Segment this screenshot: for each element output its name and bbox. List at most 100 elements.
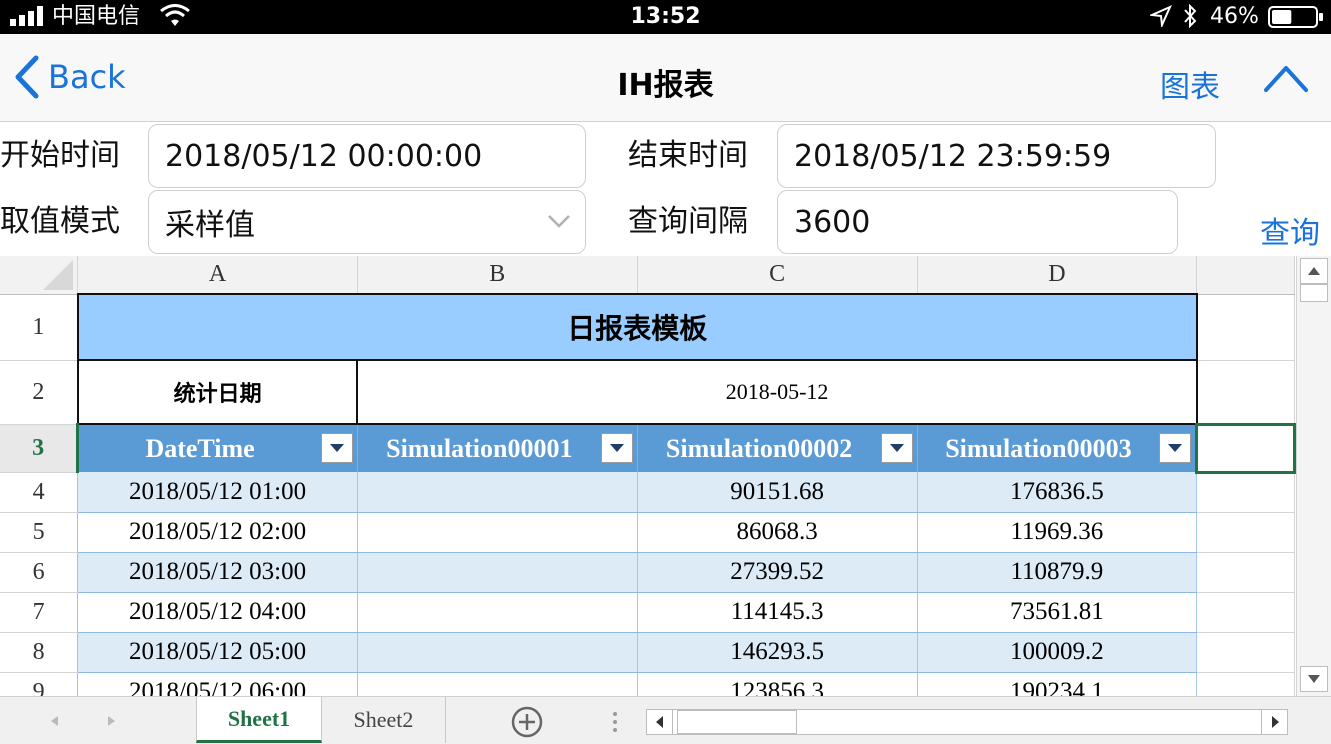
row-header[interactable]: 1	[0, 294, 79, 361]
stat-date-label-cell[interactable]: 统计日期	[76, 359, 359, 425]
data-cell[interactable]: 123856.3	[637, 672, 918, 696]
data-cell[interactable]	[357, 512, 638, 553]
column-header-a[interactable]: A	[77, 256, 358, 295]
query-button[interactable]: 查询	[1260, 208, 1320, 252]
tab-sheet2[interactable]: Sheet2	[322, 697, 446, 743]
interval-field[interactable]	[777, 190, 1178, 254]
spreadsheet[interactable]: A B C D 1 日报表模板 2 统计日期 2018-05-12 3 Date…	[0, 256, 1296, 696]
data-cell[interactable]	[357, 672, 638, 696]
data-cell[interactable]: 146293.5	[637, 632, 918, 673]
vertical-scrollbar[interactable]	[1296, 256, 1331, 696]
dropdown-triangle-icon	[329, 444, 344, 452]
data-cell[interactable]: 110879.9	[917, 552, 1198, 593]
header-cell-simulation00003[interactable]: Simulation00003	[917, 424, 1198, 472]
start-time-input[interactable]	[165, 138, 585, 174]
selected-cell[interactable]	[1195, 422, 1296, 474]
data-cell[interactable]: 2018/05/12 01:00	[77, 472, 358, 513]
navigation-bar: Back IH报表 图表	[0, 34, 1331, 122]
empty-cell[interactable]	[1196, 294, 1295, 361]
data-cell[interactable]: 2018/05/12 03:00	[77, 552, 358, 593]
end-time-field[interactable]	[777, 124, 1216, 188]
empty-cell[interactable]	[1196, 672, 1295, 696]
empty-cell[interactable]	[1196, 552, 1295, 593]
end-time-input[interactable]	[794, 138, 1215, 174]
report-title-cell[interactable]: 日报表模板	[76, 293, 1198, 361]
data-cell[interactable]: 190234.1	[917, 672, 1198, 696]
sheet-row-1: 1 日报表模板	[0, 293, 1295, 361]
filter-dropdown-button[interactable]	[600, 433, 633, 463]
scroll-left-button[interactable]	[647, 710, 673, 734]
column-header-d[interactable]: D	[917, 256, 1198, 295]
select-all-corner[interactable]	[0, 256, 79, 295]
scroll-down-button[interactable]	[1300, 666, 1328, 692]
table-row: 8 2018/05/12 05:00 146293.5 100009.2	[0, 632, 1295, 673]
empty-cell[interactable]	[1196, 632, 1295, 673]
back-button[interactable]: Back	[12, 52, 126, 102]
data-cell[interactable]: 90151.68	[637, 472, 918, 513]
column-header-c[interactable]: C	[637, 256, 918, 295]
header-cell-datetime[interactable]: DateTime	[77, 424, 358, 472]
triangle-left-icon[interactable]	[46, 711, 64, 731]
data-cell[interactable]: 2018/05/12 04:00	[77, 592, 358, 633]
sheet-row-3: 3 DateTime Simulation00001 Simulation000…	[0, 422, 1296, 474]
table-row: 4 2018/05/12 01:00 90151.68 176836.5	[0, 472, 1295, 513]
data-cell[interactable]: 27399.52	[637, 552, 918, 593]
add-sheet-icon[interactable]	[510, 705, 544, 739]
data-cell[interactable]: 2018/05/12 05:00	[77, 632, 358, 673]
page-title: IH报表	[617, 68, 714, 103]
horizontal-scrollbar[interactable]	[646, 709, 1288, 735]
row-header[interactable]: 6	[0, 552, 79, 593]
chevron-up-icon[interactable]	[1262, 60, 1310, 96]
scroll-up-button[interactable]	[1300, 258, 1328, 284]
data-cell[interactable]: 176836.5	[917, 472, 1198, 513]
filter-dropdown-button[interactable]	[880, 433, 913, 463]
data-cell[interactable]	[357, 592, 638, 633]
data-cell[interactable]	[357, 552, 638, 593]
empty-cell[interactable]	[1196, 360, 1295, 425]
data-cell[interactable]: 100009.2	[917, 632, 1198, 673]
sheet-tab-bar: Sheet1 Sheet2	[0, 696, 1331, 744]
row-header[interactable]: 2	[0, 360, 79, 425]
value-mode-label: 取值模式	[0, 204, 120, 239]
table-row: 9 2018/05/12 06:00 123856.3 190234.1	[0, 672, 1295, 696]
filter-dropdown-button[interactable]	[320, 433, 353, 463]
row-header[interactable]: 4	[0, 472, 79, 513]
scroll-right-button[interactable]	[1261, 710, 1287, 734]
filter-dropdown-button[interactable]	[1159, 433, 1192, 463]
row-header[interactable]: 9	[0, 672, 79, 696]
value-mode-selected: 采样值	[165, 208, 255, 243]
data-cell[interactable]: 114145.3	[637, 592, 918, 633]
column-header-e[interactable]	[1196, 256, 1295, 295]
triangle-left-icon	[656, 716, 663, 728]
row-header-active[interactable]: 3	[0, 424, 80, 473]
interval-input[interactable]	[794, 204, 1177, 240]
value-mode-select[interactable]: 采样值	[148, 190, 586, 254]
data-cell[interactable]	[357, 632, 638, 673]
header-cell-simulation00002[interactable]: Simulation00002	[637, 424, 918, 472]
triangle-right-icon[interactable]	[102, 711, 120, 731]
row-header[interactable]: 8	[0, 632, 79, 673]
header-cell-simulation00001[interactable]: Simulation00001	[357, 424, 638, 472]
data-cell[interactable]: 73561.81	[917, 592, 1198, 633]
row-header[interactable]: 5	[0, 512, 79, 553]
empty-cell[interactable]	[1196, 472, 1295, 513]
vertical-scroll-thumb[interactable]	[1300, 284, 1328, 302]
row-header[interactable]: 7	[0, 592, 79, 633]
empty-cell[interactable]	[1196, 592, 1295, 633]
vertical-dots-icon[interactable]	[612, 711, 618, 733]
stat-date-value-cell[interactable]: 2018-05-12	[356, 359, 1198, 425]
data-cell[interactable]: 2018/05/12 06:00	[77, 672, 358, 696]
data-cell[interactable]: 11969.36	[917, 512, 1198, 553]
horizontal-scroll-thumb[interactable]	[677, 710, 797, 734]
tab-sheet1[interactable]: Sheet1	[196, 697, 322, 743]
empty-cell[interactable]	[1196, 512, 1295, 553]
column-header-b[interactable]: B	[357, 256, 638, 295]
start-time-field[interactable]	[148, 124, 586, 188]
back-label: Back	[48, 58, 126, 96]
status-bar: 中国电信 13:52 46%	[0, 0, 1331, 34]
start-time-label: 开始时间	[0, 138, 120, 173]
data-cell[interactable]: 2018/05/12 02:00	[77, 512, 358, 553]
chart-button[interactable]: 图表	[1160, 62, 1220, 106]
data-cell[interactable]: 86068.3	[637, 512, 918, 553]
data-cell[interactable]	[357, 472, 638, 513]
